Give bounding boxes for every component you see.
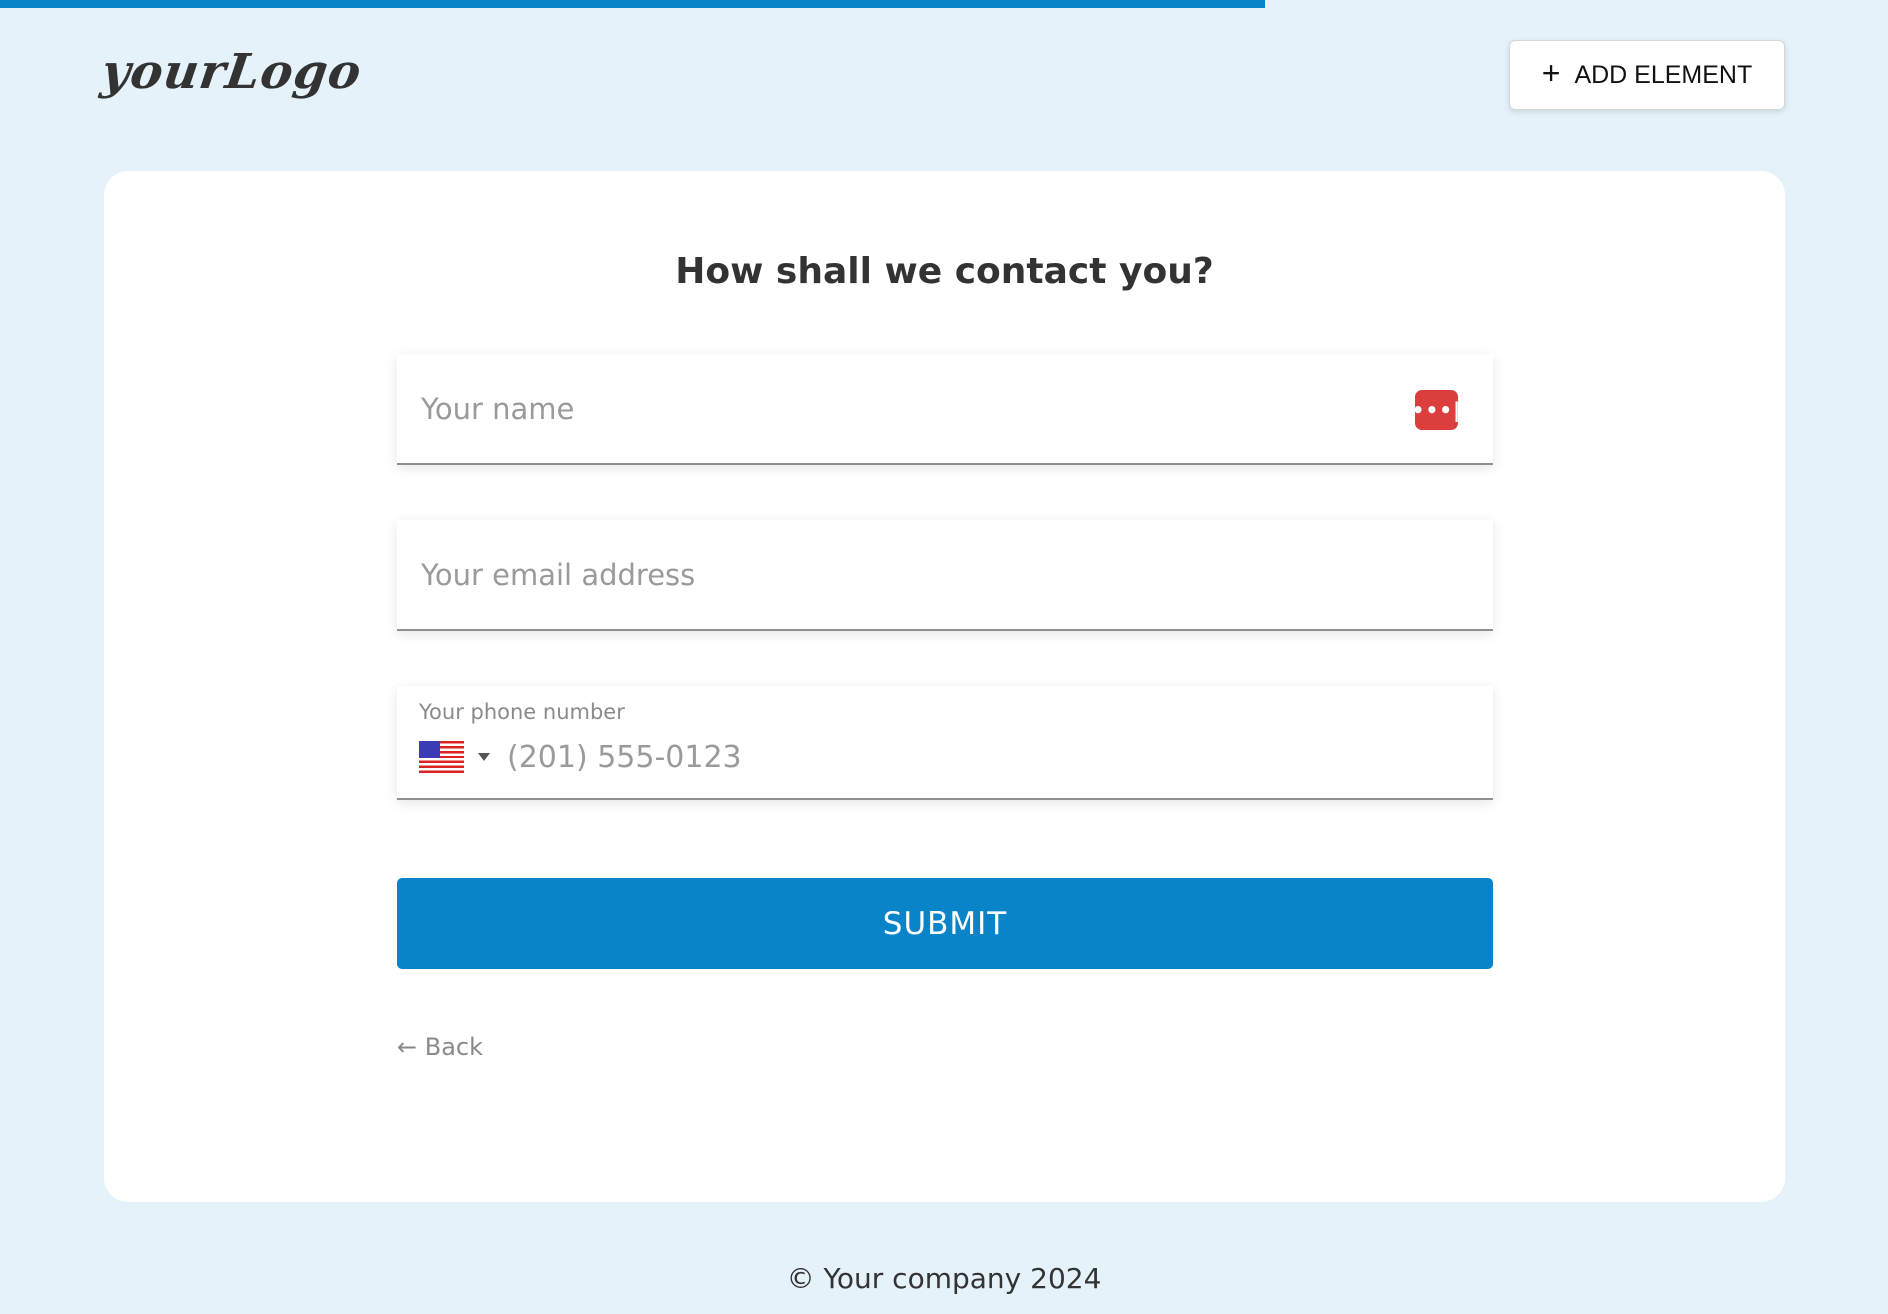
plus-icon: + (1541, 55, 1561, 91)
phone-label: Your phone number (419, 700, 625, 724)
footer-copyright: © Your company 2024 (786, 1262, 1102, 1295)
email-input[interactable] (421, 520, 1381, 629)
back-link[interactable]: ← Back (397, 1033, 483, 1061)
phone-field: Your phone number (397, 686, 1493, 800)
password-manager-icon[interactable]: •••| (1412, 390, 1460, 430)
name-input[interactable] (421, 354, 1381, 463)
email-field (397, 520, 1493, 631)
add-element-label: ADD ELEMENT (1574, 60, 1753, 89)
phone-input[interactable] (507, 733, 1407, 781)
progress-bar-fill (0, 0, 1265, 8)
logo: yourLogo (98, 44, 366, 100)
contact-form-card: How shall we contact you? •••| Your phon… (104, 171, 1785, 1202)
progress-bar (0, 0, 1888, 8)
form-title: How shall we contact you? (675, 251, 1214, 292)
name-field: •••| (397, 354, 1493, 465)
country-code-select[interactable] (419, 739, 493, 775)
caret-down-icon (478, 753, 490, 761)
add-element-button[interactable]: + ADD ELEMENT (1509, 40, 1785, 110)
us-flag-icon (419, 741, 464, 773)
submit-button[interactable]: SUBMIT (397, 878, 1493, 969)
